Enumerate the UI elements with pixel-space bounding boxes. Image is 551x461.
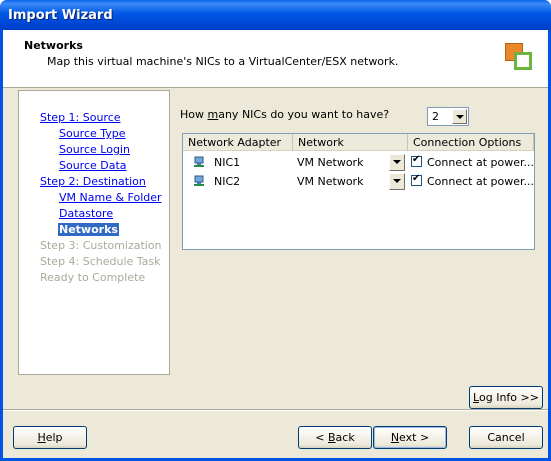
step-source-link[interactable]: Step 1: Source bbox=[40, 111, 121, 124]
connect-at-power-on-checkbox[interactable] bbox=[411, 154, 422, 167]
connect-at-power-on-checkbox[interactable] bbox=[411, 173, 422, 186]
grid-header: Network Adapter Network Connection Optio… bbox=[183, 134, 534, 151]
network-value[interactable]: VM Network bbox=[297, 156, 363, 169]
chevron-down-icon[interactable] bbox=[452, 109, 467, 124]
title-bar[interactable]: Import Wizard bbox=[0, 0, 551, 30]
step-schedule-task: Step 4: Schedule Task bbox=[40, 255, 161, 268]
page-subtitle: Map this virtual machine's NICs to a Vir… bbox=[47, 55, 399, 68]
step-vm-name-folder-link[interactable]: VM Name & Folder bbox=[59, 191, 162, 204]
nic-count-question: How many NICs do you want to have? bbox=[180, 108, 390, 121]
connect-at-power-on-label: Connect at power... bbox=[427, 175, 535, 188]
nic-mapping-grid: Network Adapter Network Connection Optio… bbox=[182, 133, 535, 250]
log-info-button[interactable]: Log Info >> bbox=[469, 386, 543, 409]
back-button[interactable]: < Back bbox=[298, 426, 372, 449]
separator bbox=[3, 409, 548, 411]
wizard-header: Networks Map this virtual machine's NICs… bbox=[3, 30, 548, 88]
network-adapter-icon bbox=[194, 175, 204, 186]
step-source-login-link[interactable]: Source Login bbox=[59, 143, 130, 156]
help-button[interactable]: Help bbox=[13, 426, 87, 449]
wizard-steps-panel: Step 1: Source Source Type Source Login … bbox=[18, 90, 170, 375]
vmware-logo-icon bbox=[505, 43, 533, 71]
step-datastore-link[interactable]: Datastore bbox=[59, 207, 113, 220]
wizard-client-area: Networks Map this virtual machine's NICs… bbox=[3, 30, 548, 458]
next-button[interactable]: Next > bbox=[373, 426, 447, 449]
table-row[interactable]: NIC1 VM Network Connect at power... bbox=[183, 153, 534, 172]
page-title: Networks bbox=[24, 39, 83, 52]
step-destination-link[interactable]: Step 2: Destination bbox=[40, 175, 146, 188]
cancel-button[interactable]: Cancel bbox=[469, 426, 543, 449]
nic-count-value: 2 bbox=[432, 110, 439, 123]
table-row[interactable]: NIC2 VM Network Connect at power... bbox=[183, 172, 534, 191]
column-network-adapter[interactable]: Network Adapter bbox=[183, 134, 293, 151]
nic-name: NIC1 bbox=[214, 156, 241, 169]
network-adapter-icon bbox=[194, 156, 204, 167]
step-source-type-link[interactable]: Source Type bbox=[59, 127, 126, 140]
connect-at-power-on-label: Connect at power... bbox=[427, 156, 535, 169]
nic-count-dropdown[interactable]: 2 bbox=[427, 107, 469, 126]
column-network[interactable]: Network bbox=[293, 134, 408, 151]
chevron-down-icon[interactable] bbox=[389, 173, 405, 190]
step-networks-current: Networks bbox=[58, 223, 119, 236]
step-ready-to-complete: Ready to Complete bbox=[40, 271, 146, 284]
nic-name: NIC2 bbox=[214, 175, 241, 188]
step-customization: Step 3: Customization bbox=[40, 239, 162, 252]
step-source-data-link[interactable]: Source Data bbox=[59, 159, 127, 172]
window-title: Import Wizard bbox=[8, 8, 113, 23]
chevron-down-icon[interactable] bbox=[389, 154, 405, 171]
column-connection-options[interactable]: Connection Options bbox=[408, 134, 534, 151]
network-value[interactable]: VM Network bbox=[297, 175, 363, 188]
import-wizard-window: Import Wizard Networks Map this virtual … bbox=[0, 0, 551, 461]
